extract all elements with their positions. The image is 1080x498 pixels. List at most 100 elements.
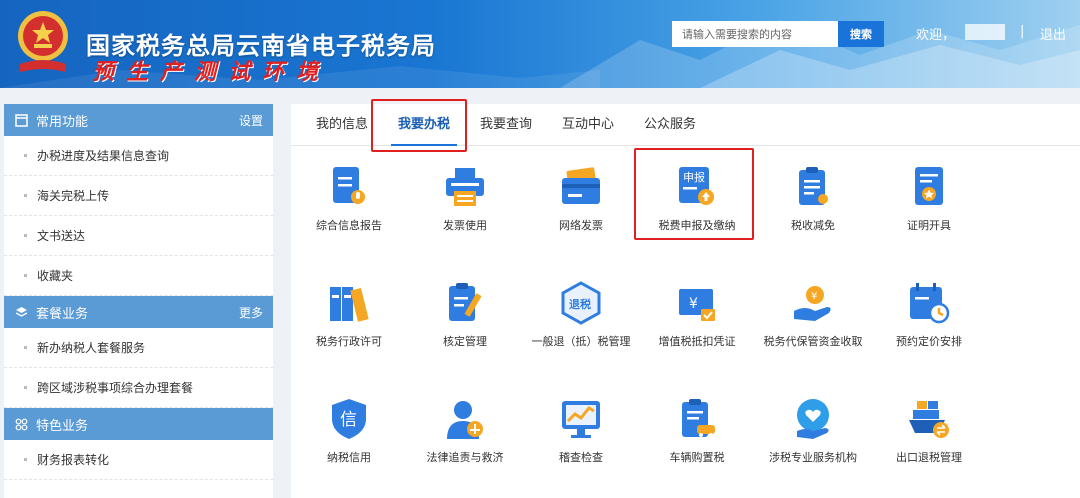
tile-label: 税务行政许可 bbox=[316, 335, 382, 348]
sidebar-item-label: 收藏夹 bbox=[37, 269, 74, 283]
sidebar-item[interactable]: 海关完税上传 bbox=[4, 176, 273, 216]
sidebar-section-title: 特色业务 bbox=[36, 418, 89, 434]
tile-label: 法律追责与救济 bbox=[426, 451, 504, 464]
sidebar-section-package: 套餐业务 更多 bbox=[4, 296, 273, 328]
coin-icon-text: ¥ bbox=[811, 291, 817, 302]
tab-query[interactable]: 我要查询 bbox=[465, 104, 547, 145]
sidebar-section-special: 特色业务 bbox=[4, 408, 273, 440]
header-separator: | bbox=[1020, 24, 1025, 39]
tile-label: 稽查检查 bbox=[559, 451, 603, 464]
grid-icon bbox=[14, 417, 28, 431]
tile-label: 涉税专业服务机构 bbox=[769, 451, 857, 464]
welcome-text: 欢迎， bbox=[916, 28, 956, 43]
tile-fund-custody[interactable]: ¥ 税务代保管资金收取 bbox=[755, 280, 871, 350]
tile-vat-voucher[interactable]: ¥ 增值税抵扣凭证 bbox=[639, 280, 755, 350]
tile-info-report[interactable]: 综合信息报告 bbox=[291, 164, 407, 234]
sidebar-section-title: 套餐业务 bbox=[36, 306, 89, 322]
tile-label: 发票使用 bbox=[443, 219, 487, 232]
search-input[interactable]: 请输入需要搜索的内容 bbox=[672, 21, 838, 47]
tile-label: 税费申报及缴纳 bbox=[658, 219, 736, 232]
calendar-clock-icon bbox=[906, 280, 952, 326]
judge-scale-icon bbox=[442, 396, 488, 442]
credit-shield-icon: 信 bbox=[326, 396, 372, 442]
printer-icon bbox=[442, 164, 488, 210]
tile-tax-relief[interactable]: 税收减免 bbox=[755, 164, 871, 234]
bullet-icon bbox=[24, 274, 27, 277]
tile-legal-relief[interactable]: 法律追责与救济 bbox=[407, 396, 523, 466]
bullet-icon bbox=[24, 234, 27, 237]
yen-icon-text: ¥ bbox=[689, 296, 698, 312]
sidebar-item-label: 财务报表转化 bbox=[37, 453, 110, 467]
tile-vehicle-tax[interactable]: 车辆购置税 bbox=[639, 396, 755, 466]
header-banner: 国家税务总局云南省电子税务局 预生产测试环境 请输入需要搜索的内容 搜索 欢迎，… bbox=[0, 0, 1080, 88]
search-button[interactable]: 搜索 bbox=[838, 21, 884, 47]
declaration-icon-text: 申报 bbox=[683, 170, 705, 184]
tile-assessment[interactable]: 核定管理 bbox=[407, 280, 523, 350]
card-invoice-icon bbox=[558, 164, 604, 210]
sidebar-item-label: 海关完税上传 bbox=[37, 189, 110, 203]
sidebar-section-common: 常用功能 设置 bbox=[4, 104, 273, 136]
tab-my-info[interactable]: 我的信息 bbox=[301, 104, 383, 145]
window-icon bbox=[14, 113, 28, 127]
clipboard-car-icon bbox=[674, 396, 720, 442]
tile-label: 纳税信用 bbox=[327, 451, 371, 464]
document-mic-icon bbox=[326, 164, 372, 210]
tile-pricing-arrangement[interactable]: 预约定价安排 bbox=[871, 280, 987, 350]
sidebar-item[interactable]: 跨区域涉税事项综合办理套餐 bbox=[4, 368, 273, 408]
tile-audit-inspection[interactable]: 稽查检查 bbox=[523, 396, 639, 466]
environment-subtitle: 预生产测试环境 bbox=[92, 59, 331, 85]
bullet-icon bbox=[24, 346, 27, 349]
hand-coin-icon: ¥ bbox=[790, 280, 836, 326]
sidebar: 常用功能 设置 办税进度及结果信息查询 海关完税上传 文书送达 收藏夹 套餐业务… bbox=[4, 104, 273, 498]
tile-refund[interactable]: 退税 一般退（抵）税管理 bbox=[523, 280, 639, 350]
sidebar-item-label: 新办纳税人套餐服务 bbox=[37, 341, 146, 355]
tile-online-invoice[interactable]: 网络发票 bbox=[523, 164, 639, 234]
binders-icon bbox=[326, 280, 372, 326]
tile-label: 出口退税管理 bbox=[896, 451, 962, 464]
tile-professional-agency[interactable]: 涉税专业服务机构 bbox=[755, 396, 871, 466]
layers-icon bbox=[14, 305, 28, 319]
logout-link[interactable]: 退出 bbox=[1040, 24, 1066, 43]
tile-admin-permit[interactable]: 税务行政许可 bbox=[291, 280, 407, 350]
tab-interaction[interactable]: 互动中心 bbox=[547, 104, 629, 145]
sidebar-item[interactable]: 收藏夹 bbox=[4, 256, 273, 296]
tile-certificate[interactable]: 证明开具 bbox=[871, 164, 987, 234]
tile-label: 核定管理 bbox=[443, 335, 487, 348]
tab-public-service[interactable]: 公众服务 bbox=[629, 104, 711, 145]
tax-emblem-logo bbox=[18, 11, 68, 72]
tile-tax-declaration[interactable]: 申报 税费申报及缴纳 bbox=[639, 164, 755, 234]
tab-tax-handling[interactable]: 我要办税 bbox=[383, 104, 465, 146]
tab-bar: 我的信息 我要办税 我要查询 互动中心 公众服务 bbox=[291, 104, 1080, 146]
tile-label: 网络发票 bbox=[559, 219, 603, 232]
more-link[interactable]: 更多 bbox=[239, 304, 263, 321]
sidebar-item[interactable]: 办税进度及结果信息查询 bbox=[4, 136, 273, 176]
sidebar-item[interactable]: 财务报表转化 bbox=[4, 440, 273, 480]
sidebar-item-label: 跨区域涉税事项综合办理套餐 bbox=[37, 381, 194, 395]
ship-export-icon bbox=[906, 396, 952, 442]
tile-label: 综合信息报告 bbox=[316, 219, 382, 232]
username-redacted bbox=[965, 24, 1005, 40]
refund-icon-text: 退税 bbox=[569, 297, 591, 311]
tile-tax-credit[interactable]: 信 纳税信用 bbox=[291, 396, 407, 466]
tile-label: 税务代保管资金收取 bbox=[763, 335, 863, 348]
sidebar-section-title: 常用功能 bbox=[36, 114, 89, 130]
declaration-upload-icon: 申报 bbox=[674, 164, 720, 210]
sidebar-item-label: 文书送达 bbox=[37, 229, 86, 243]
sidebar-item[interactable]: 文书送达 bbox=[4, 216, 273, 256]
sidebar-item[interactable]: 新办纳税人套餐服务 bbox=[4, 328, 273, 368]
certificate-star-icon bbox=[906, 164, 952, 210]
tile-invoice-use[interactable]: 发票使用 bbox=[407, 164, 523, 234]
bullet-icon bbox=[24, 194, 27, 197]
credit-icon-text: 信 bbox=[340, 410, 357, 430]
settings-link[interactable]: 设置 bbox=[239, 112, 263, 129]
tile-label: 车辆购置税 bbox=[669, 451, 725, 464]
monitor-chart-icon bbox=[558, 396, 604, 442]
tile-label: 一般退（抵）税管理 bbox=[531, 335, 631, 348]
bullet-icon bbox=[24, 386, 27, 389]
tile-label: 证明开具 bbox=[907, 219, 951, 232]
cash-voucher-icon: ¥ bbox=[674, 280, 720, 326]
tile-export-refund[interactable]: 出口退税管理 bbox=[871, 396, 987, 466]
main-panel: 我的信息 我要办税 我要查询 互动中心 公众服务 综合信息报告 发票使用 网络发… bbox=[291, 99, 1080, 498]
bullet-icon bbox=[24, 458, 27, 461]
clipboard-pen-icon bbox=[442, 280, 488, 326]
